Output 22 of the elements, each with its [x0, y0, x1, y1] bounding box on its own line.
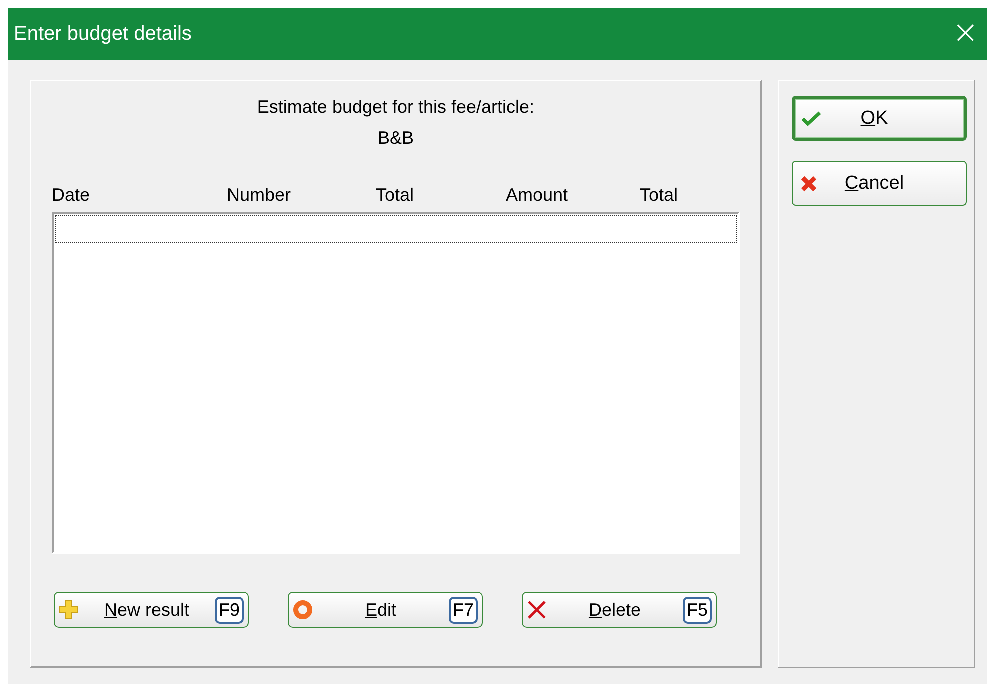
column-header: Date: [52, 185, 92, 206]
plus-icon: [59, 600, 79, 620]
column-header: Total: [640, 185, 680, 206]
focus-row[interactable]: [55, 215, 737, 243]
ring-icon: [293, 600, 313, 620]
window-title: Enter budget details: [13, 22, 192, 46]
action-button[interactable]: Delete F5: [522, 592, 717, 628]
column-header: Amount: [506, 185, 570, 206]
shortcut-key: F9: [214, 596, 244, 624]
prompt-text: Estimate budget for this fee/article:: [257, 97, 535, 118]
shortcut-key: F7: [448, 596, 478, 624]
action-button[interactable]: Edit F7: [288, 592, 483, 628]
action-button[interactable]: New result F9: [54, 592, 249, 628]
article-name: B&B: [378, 128, 414, 149]
close-button[interactable]: ×: [944, 16, 987, 52]
shortcut-key: F5: [682, 596, 712, 624]
cross-icon: [799, 174, 819, 194]
ok-button[interactable]: OK: [792, 96, 967, 141]
cancel-button[interactable]: Cancel: [792, 161, 967, 206]
column-header: Total: [376, 185, 416, 206]
column-header: Number: [227, 185, 292, 206]
cross-icon: [527, 600, 547, 620]
